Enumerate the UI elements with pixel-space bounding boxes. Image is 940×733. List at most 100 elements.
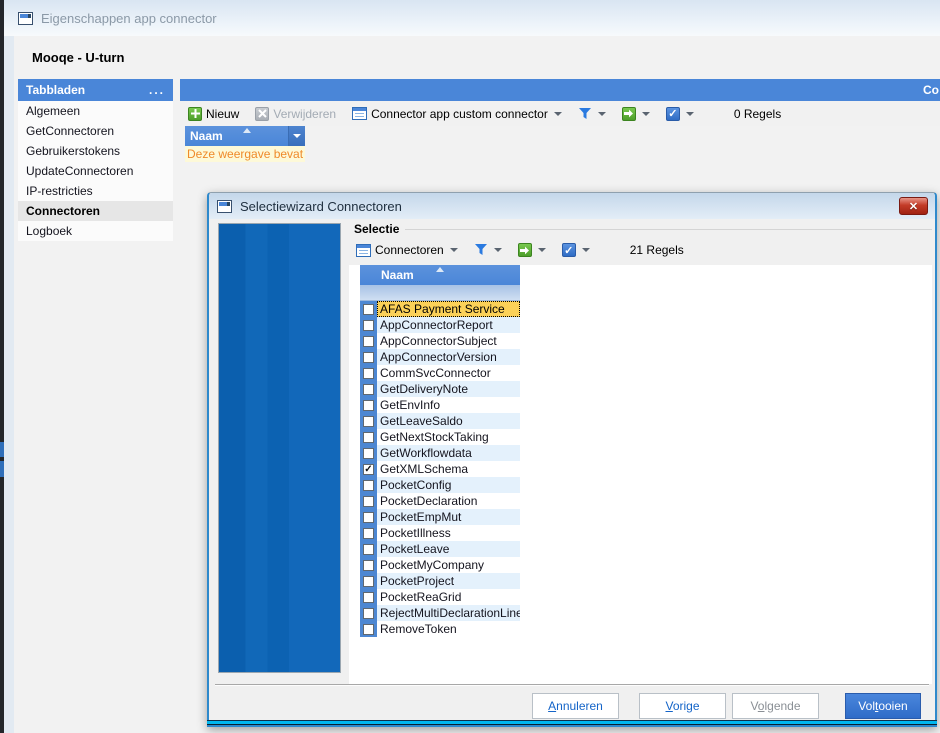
- connector-grid: Naam AFAS Payment Service AppConnecto: [360, 265, 520, 637]
- dialog-go-button[interactable]: [518, 243, 546, 257]
- sidebar-item-connectoren[interactable]: Connectoren: [18, 201, 173, 221]
- table-row[interactable]: AFAS Payment Service: [360, 301, 520, 317]
- label-part: lgende: [764, 699, 800, 713]
- sidebar-item-algemeen[interactable]: Algemeen: [18, 101, 173, 121]
- sidebar-item-gebruikerstokens[interactable]: Gebruikerstokens: [18, 141, 173, 161]
- cancel-button[interactable]: Annuleren: [532, 693, 619, 719]
- checkbox-cell: [360, 493, 377, 509]
- row-checkbox[interactable]: ✓: [363, 464, 374, 475]
- row-checkbox[interactable]: [363, 528, 374, 539]
- select-button[interactable]: ✓: [666, 107, 694, 121]
- sidebar-item-logboek[interactable]: Logboek: [18, 221, 173, 241]
- row-checkbox[interactable]: [363, 512, 374, 523]
- delete-button-label: Verwijderen: [273, 107, 336, 121]
- close-button[interactable]: ✕: [899, 197, 928, 215]
- checkbox-cell: [360, 301, 377, 317]
- checkbox-cell: [360, 589, 377, 605]
- finish-button[interactable]: Voltooien: [845, 693, 921, 719]
- checkbox-cell: [360, 365, 377, 381]
- row-label: CommSvcConnector: [377, 365, 520, 381]
- checkbox-icon: ✓: [562, 243, 576, 257]
- table-row[interactable]: RejectMultiDeclarationLine: [360, 605, 520, 621]
- chevron-down-icon: [494, 248, 502, 252]
- row-checkbox[interactable]: [363, 592, 374, 603]
- table-row[interactable]: RemoveToken: [360, 621, 520, 637]
- row-checkbox[interactable]: [363, 400, 374, 411]
- row-checkbox[interactable]: [363, 352, 374, 363]
- row-checkbox[interactable]: [363, 608, 374, 619]
- table-row[interactable]: AppConnectorVersion: [360, 349, 520, 365]
- row-label: PocketMyCompany: [377, 557, 520, 573]
- row-label: GetNextStockTaking: [377, 429, 520, 445]
- table-row[interactable]: GetWorkflowdata: [360, 445, 520, 461]
- table-row[interactable]: AppConnectorSubject: [360, 333, 520, 349]
- checkbox-icon: ✓: [666, 107, 680, 121]
- grid-filter-row[interactable]: [360, 285, 520, 301]
- row-label: RemoveToken: [377, 621, 520, 637]
- table-row[interactable]: GetEnvInfo: [360, 397, 520, 413]
- table-row[interactable]: PocketLeave: [360, 541, 520, 557]
- table-row[interactable]: GetDeliveryNote: [360, 381, 520, 397]
- checkbox-cell: ✓: [360, 461, 377, 477]
- row-label: PocketConfig: [377, 477, 520, 493]
- row-checkbox[interactable]: [363, 448, 374, 459]
- delete-button[interactable]: Verwijderen: [255, 107, 336, 121]
- table-row[interactable]: AppConnectorReport: [360, 317, 520, 333]
- row-checkbox[interactable]: [363, 560, 374, 571]
- view-selector[interactable]: Connector app custom connector: [352, 107, 562, 121]
- checkbox-cell: [360, 541, 377, 557]
- column-header-naam[interactable]: Naam: [185, 126, 288, 146]
- filter-button[interactable]: [578, 108, 606, 120]
- row-checkbox[interactable]: [363, 368, 374, 379]
- table-row[interactable]: PocketProject: [360, 573, 520, 589]
- row-checkbox[interactable]: [363, 320, 374, 331]
- row-checkbox[interactable]: [363, 480, 374, 491]
- checkbox-cell: [360, 429, 377, 445]
- next-button[interactable]: Volgende: [732, 693, 819, 719]
- grid-column-header-naam[interactable]: Naam: [360, 265, 520, 285]
- row-checkbox[interactable]: [363, 304, 374, 315]
- new-button[interactable]: Nieuw: [188, 107, 239, 121]
- sidebar-header-label: Tabbladen: [26, 83, 85, 97]
- table-row[interactable]: PocketEmpMut: [360, 509, 520, 525]
- sidebar-item-ip-restricties[interactable]: IP-restricties: [18, 181, 173, 201]
- sidebar-item-updateconnectoren[interactable]: UpdateConnectoren: [18, 161, 173, 181]
- main-grid-column-header[interactable]: Naam: [185, 126, 305, 146]
- table-row[interactable]: PocketConfig: [360, 477, 520, 493]
- wizard-banner: [218, 223, 341, 673]
- row-checkbox[interactable]: [363, 384, 374, 395]
- table-row[interactable]: PocketIllness: [360, 525, 520, 541]
- row-checkbox[interactable]: [363, 336, 374, 347]
- empty-view-message: Deze weergave bevat ge: [185, 146, 305, 162]
- column-filter-button[interactable]: [288, 126, 305, 146]
- dialog-select-button[interactable]: ✓: [562, 243, 590, 257]
- table-row[interactable]: GetNextStockTaking: [360, 429, 520, 445]
- previous-button[interactable]: Vorige: [639, 693, 726, 719]
- table-row[interactable]: PocketMyCompany: [360, 557, 520, 573]
- table-row[interactable]: ✓ GetXMLSchema: [360, 461, 520, 477]
- row-checkbox[interactable]: [363, 416, 374, 427]
- label-part: nnuleren: [556, 699, 603, 713]
- table-row[interactable]: CommSvcConnector: [360, 365, 520, 381]
- row-checkbox[interactable]: [363, 432, 374, 443]
- go-button[interactable]: [622, 107, 650, 121]
- arrow-right-icon: [622, 107, 636, 121]
- dialog-filter-button[interactable]: [474, 244, 502, 256]
- checkbox-cell: [360, 557, 377, 573]
- selection-wizard-dialog: Selectiewizard Connectoren ✕ Selectie Co…: [207, 192, 937, 727]
- window-left-margin: [4, 36, 14, 733]
- row-checkbox[interactable]: [363, 576, 374, 587]
- row-checkbox[interactable]: [363, 544, 374, 555]
- sidebar-menu-button[interactable]: ...: [149, 87, 165, 93]
- chevron-down-icon: [554, 112, 562, 116]
- table-row[interactable]: PocketReaGrid: [360, 589, 520, 605]
- dialog-view-selector[interactable]: Connectoren: [356, 243, 458, 257]
- sidebar-item-getconnectoren[interactable]: GetConnectoren: [18, 121, 173, 141]
- row-checkbox[interactable]: [363, 496, 374, 507]
- table-row[interactable]: PocketDeclaration: [360, 493, 520, 509]
- chevron-down-icon: [293, 134, 301, 138]
- row-label: AFAS Payment Service: [377, 301, 520, 317]
- table-row[interactable]: GetLeaveSaldo: [360, 413, 520, 429]
- row-checkbox[interactable]: [363, 624, 374, 635]
- dialog-title: Selectiewizard Connectoren: [240, 199, 402, 214]
